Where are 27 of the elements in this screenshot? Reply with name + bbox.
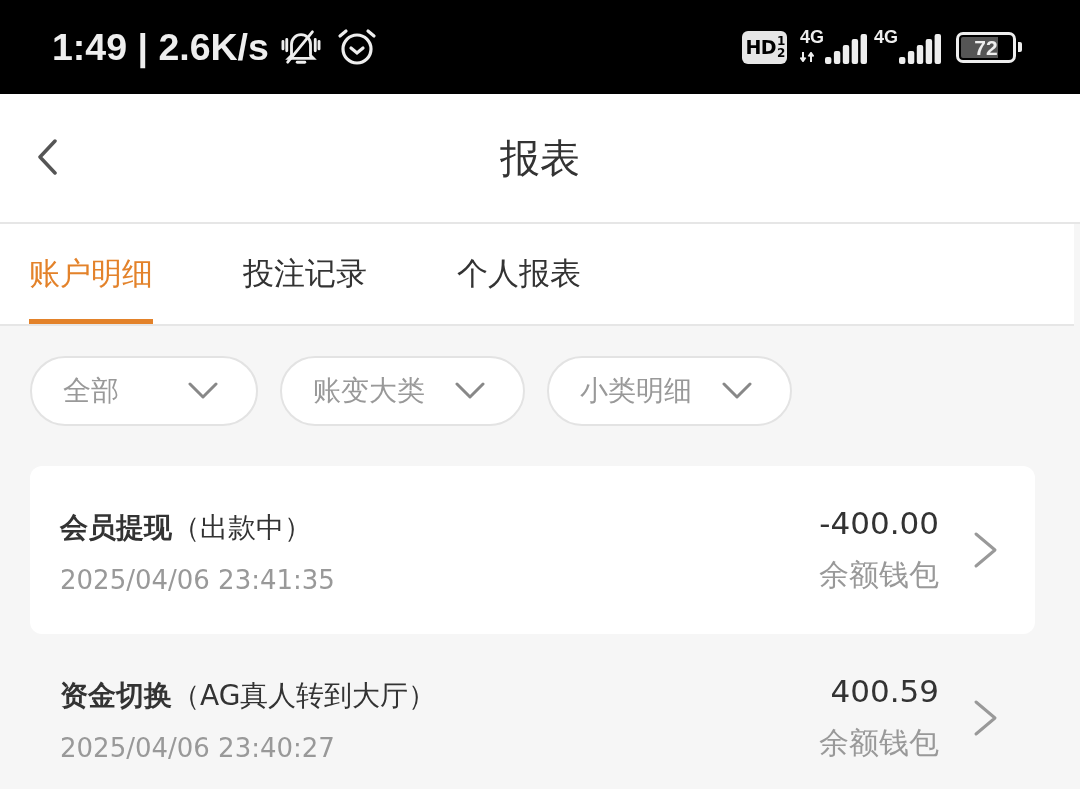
transaction-title: 资金切换（AG真人转到大厅） [60,678,438,714]
chevron-right-icon [973,699,999,737]
tab[interactable]: 个人报表 [457,224,581,324]
transaction-amount: -400.00 [819,504,939,541]
transaction-amount: 400.59 [830,672,939,709]
status-time-speed: 1:49 | 2.6K/s [52,25,269,69]
transaction-row[interactable]: 会员提现（出款中） 2025/04/06 23:41:35 -400.00 余额钱包 [30,466,1035,634]
transaction-time: 2025/04/06 23:41:35 [60,565,336,595]
alarm-clock-icon [336,27,377,67]
muted-bell-icon [279,28,322,66]
network-type-label: 4G [874,30,898,45]
wallet-label: 余额钱包 [819,723,939,762]
chevron-right-icon [973,531,999,569]
wallet-label: 余额钱包 [819,555,939,594]
chevron-down-icon [455,382,485,400]
battery-indicator: 72 [956,31,1022,63]
chevron-down-icon [722,382,752,400]
tab[interactable]: 投注记录 [243,224,367,324]
transaction-row[interactable]: 资金切换（AG真人转到大厅） 2025/04/06 23:40:27 400.59 余额钱包 [30,634,1035,789]
signal-bars-icon [825,34,867,64]
signal-bars-icon [899,34,941,64]
page-title: 报表 [500,133,580,183]
transaction-time: 2025/04/06 23:40:27 [60,733,336,763]
network-type-label: 4G [799,30,824,45]
chevron-left-icon [36,139,58,175]
chevron-down-icon [188,382,218,400]
transaction-title: 会员提现（出款中） [60,510,313,546]
